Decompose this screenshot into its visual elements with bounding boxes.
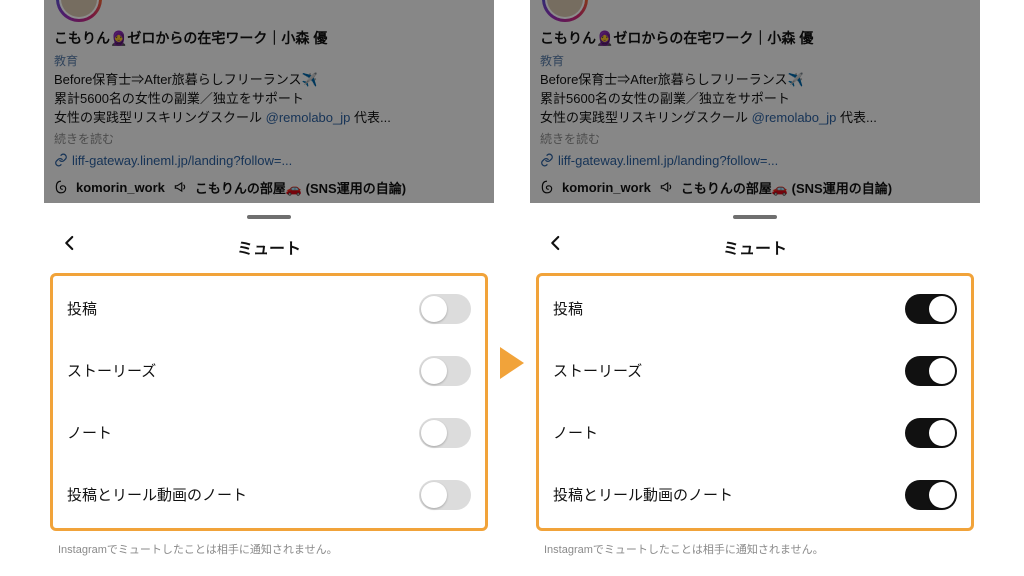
- channel-icon: [173, 180, 187, 194]
- profile-area: こもりん🧕ゼロからの在宅ワーク｜小森 優 教育 Before保育士⇒After旅…: [530, 0, 980, 203]
- mute-sheet: ミュート 投稿 ストーリーズ ノート 投稿とリール動画のノート Instagra…: [530, 203, 980, 576]
- sheet-title: ミュート: [530, 235, 980, 259]
- row-posts: 投稿: [61, 278, 477, 340]
- bio-line-3: 女性の実践型リスキリングスクール @remolabo_jp 代表...: [540, 109, 970, 128]
- bio-mention[interactable]: @remolabo_jp: [266, 110, 351, 125]
- profile-story-ring[interactable]: [542, 0, 588, 22]
- row-stories: ストーリーズ: [547, 340, 963, 402]
- phone-right: こもりん🧕ゼロからの在宅ワーク｜小森 優 教育 Before保育士⇒After旅…: [530, 0, 980, 576]
- threads-handle[interactable]: komorin_work: [76, 180, 165, 195]
- sheet-title: ミュート: [44, 235, 494, 259]
- row-stories: ストーリーズ: [61, 340, 477, 402]
- mute-options-box: 投稿 ストーリーズ ノート 投稿とリール動画のノート: [50, 273, 488, 531]
- row-posts-reels-notes: 投稿とリール動画のノート: [61, 464, 477, 526]
- label-posts: 投稿: [553, 298, 583, 319]
- external-link[interactable]: liff-gateway.lineml.jp/landing?follow=..…: [54, 153, 484, 168]
- mute-options-box: 投稿 ストーリーズ ノート 投稿とリール動画のノート: [536, 273, 974, 531]
- profile-story-ring[interactable]: [56, 0, 102, 22]
- sheet-header: ミュート: [44, 229, 494, 273]
- toggle-stories[interactable]: [419, 356, 471, 386]
- toggle-posts[interactable]: [905, 294, 957, 324]
- label-posts-reels-notes: 投稿とリール動画のノート: [553, 484, 733, 505]
- label-posts-reels-notes: 投稿とリール動画のノート: [67, 484, 247, 505]
- label-notes: ノート: [553, 422, 598, 443]
- link-icon: [540, 153, 554, 167]
- sheet-grabber[interactable]: [733, 215, 777, 219]
- toggle-posts-reels-notes[interactable]: [419, 480, 471, 510]
- threads-icon: [54, 180, 68, 194]
- channel-label[interactable]: こもりんの部屋🚗 (SNS運用の自論): [681, 178, 892, 197]
- bio-line-1: Before保育士⇒After旅暮らしフリーランス✈️: [540, 71, 970, 90]
- read-more-link[interactable]: 続きを読む: [54, 130, 484, 147]
- label-stories: ストーリーズ: [67, 360, 156, 381]
- label-notes: ノート: [67, 422, 112, 443]
- profile-category: 教育: [540, 52, 970, 69]
- threads-icon: [540, 180, 554, 194]
- mute-footnote: Instagramでミュートしたことは相手に通知されません。: [530, 531, 980, 567]
- arrow-divider: [500, 0, 524, 576]
- bio-line-1: Before保育士⇒After旅暮らしフリーランス✈️: [54, 71, 484, 90]
- toggle-posts-reels-notes[interactable]: [905, 480, 957, 510]
- label-posts: 投稿: [67, 298, 97, 319]
- avatar: [61, 0, 97, 17]
- external-link[interactable]: liff-gateway.lineml.jp/landing?follow=..…: [540, 153, 970, 168]
- toggle-stories[interactable]: [905, 356, 957, 386]
- sheet-grabber[interactable]: [247, 215, 291, 219]
- profile-bio: Before保育士⇒After旅暮らしフリーランス✈️ 累計5600名の女性の副…: [54, 71, 484, 128]
- back-button[interactable]: [56, 229, 84, 257]
- bio-line-2: 累計5600名の女性の副業／独立をサポート: [54, 90, 484, 109]
- bio-line-2: 累計5600名の女性の副業／独立をサポート: [540, 90, 970, 109]
- link-icon: [54, 153, 68, 167]
- profile-display-name: こもりん🧕ゼロからの在宅ワーク｜小森 優: [54, 28, 484, 48]
- threads-handle[interactable]: komorin_work: [562, 180, 651, 195]
- channel-icon: [659, 180, 673, 194]
- back-button[interactable]: [542, 229, 570, 257]
- read-more-link[interactable]: 続きを読む: [540, 130, 970, 147]
- external-link-text: liff-gateway.lineml.jp/landing?follow=..…: [558, 153, 778, 168]
- external-link-text: liff-gateway.lineml.jp/landing?follow=..…: [72, 153, 292, 168]
- profile-bio: Before保育士⇒After旅暮らしフリーランス✈️ 累計5600名の女性の副…: [540, 71, 970, 128]
- threads-row: komorin_work こもりんの部屋🚗 (SNS運用の自論): [540, 178, 970, 197]
- chevron-left-icon: [61, 234, 79, 252]
- profile-area: こもりん🧕ゼロからの在宅ワーク｜小森 優 教育 Before保育士⇒After旅…: [44, 0, 494, 203]
- profile-category: 教育: [54, 52, 484, 69]
- row-posts-reels-notes: 投稿とリール動画のノート: [547, 464, 963, 526]
- bio-mention[interactable]: @remolabo_jp: [752, 110, 837, 125]
- row-notes: ノート: [547, 402, 963, 464]
- profile-display-name: こもりん🧕ゼロからの在宅ワーク｜小森 優: [540, 28, 970, 48]
- toggle-posts[interactable]: [419, 294, 471, 324]
- row-notes: ノート: [61, 402, 477, 464]
- chevron-left-icon: [547, 234, 565, 252]
- toggle-notes[interactable]: [905, 418, 957, 448]
- mute-sheet: ミュート 投稿 ストーリーズ ノート 投稿とリール動画のノート Instagra…: [44, 203, 494, 576]
- threads-row: komorin_work こもりんの部屋🚗 (SNS運用の自論): [54, 178, 484, 197]
- toggle-notes[interactable]: [419, 418, 471, 448]
- row-posts: 投稿: [547, 278, 963, 340]
- sheet-header: ミュート: [530, 229, 980, 273]
- channel-label[interactable]: こもりんの部屋🚗 (SNS運用の自論): [195, 178, 406, 197]
- phone-left: こもりん🧕ゼロからの在宅ワーク｜小森 優 教育 Before保育士⇒After旅…: [44, 0, 494, 576]
- bio-line-3: 女性の実践型リスキリングスクール @remolabo_jp 代表...: [54, 109, 484, 128]
- avatar: [547, 0, 583, 17]
- mute-footnote: Instagramでミュートしたことは相手に通知されません。: [44, 531, 494, 567]
- label-stories: ストーリーズ: [553, 360, 642, 381]
- arrow-right-icon: [500, 347, 524, 379]
